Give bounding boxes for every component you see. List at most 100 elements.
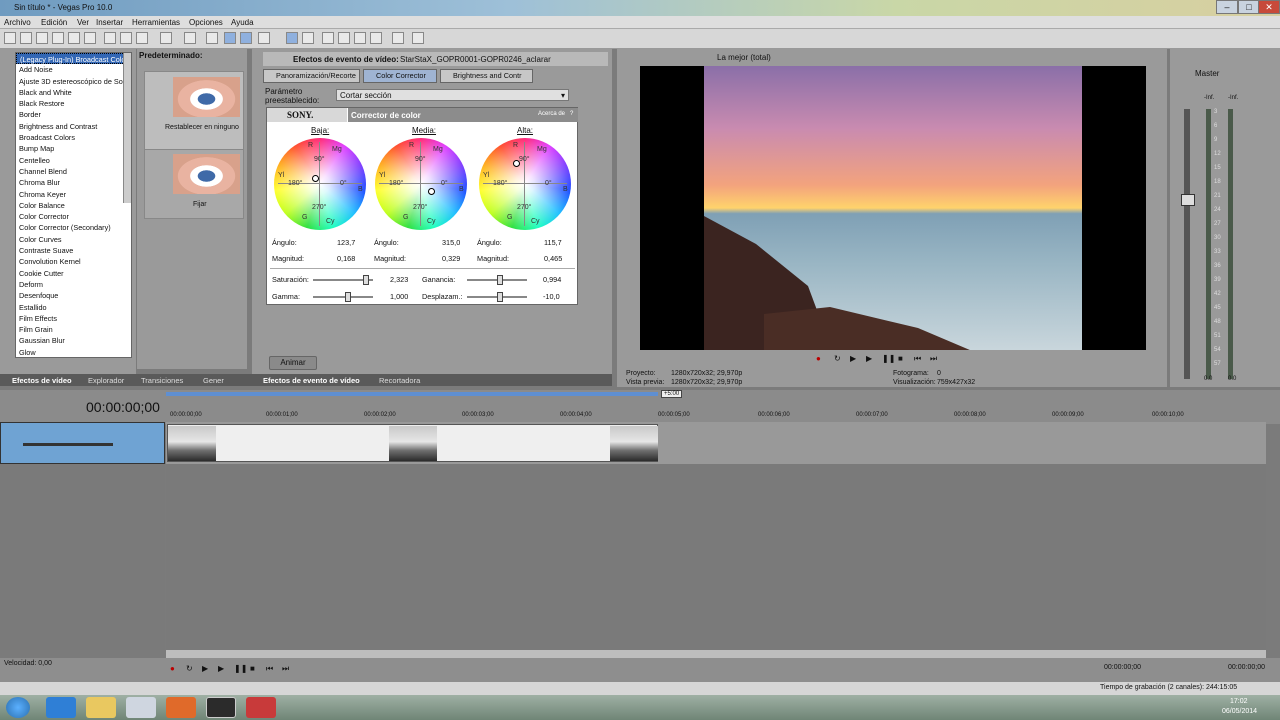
paste-icon[interactable] (136, 32, 148, 44)
loop-icon[interactable]: ↻ (834, 354, 841, 363)
offset-slider[interactable] (467, 292, 527, 302)
wheel-handle[interactable] (428, 188, 435, 195)
list-item[interactable]: Gaussian Blur (16, 335, 131, 346)
close-button[interactable]: ✕ (1258, 0, 1280, 14)
render-icon[interactable] (68, 32, 80, 44)
gamma-value[interactable]: 1,000 (390, 292, 408, 301)
history-icon[interactable] (206, 32, 218, 44)
tab-event-fx[interactable]: Efectos de evento de vídeo (263, 376, 360, 385)
redo-icon[interactable] (184, 32, 196, 44)
cut-icon[interactable] (104, 32, 116, 44)
menu-edicion[interactable]: Edición (41, 18, 67, 27)
media-player-icon[interactable] (126, 697, 156, 718)
angle-value[interactable]: 123,7 (337, 238, 355, 247)
timeline-empty-area[interactable] (166, 464, 1266, 650)
menu-ver[interactable]: Ver (77, 18, 89, 27)
record-icon[interactable]: ● (170, 664, 175, 673)
chain-brightness-contrast[interactable]: Brightness and Contr (440, 69, 533, 83)
save-icon[interactable] (36, 32, 48, 44)
angle-value[interactable]: 115,7 (544, 238, 562, 247)
save-as-icon[interactable] (52, 32, 64, 44)
stop-icon[interactable]: ■ (898, 354, 903, 363)
list-item[interactable]: Cookie Cutter (16, 268, 131, 279)
wheel-handle[interactable] (513, 160, 520, 167)
angle-value[interactable]: 315,0 (442, 238, 460, 247)
record-icon[interactable]: ● (816, 354, 821, 363)
zoom-icon[interactable] (370, 32, 382, 44)
ignore-grouping-icon[interactable] (354, 32, 366, 44)
list-item[interactable]: Centelleo (16, 155, 131, 166)
undo-icon[interactable] (160, 32, 172, 44)
loop-region[interactable] (166, 392, 658, 396)
list-item[interactable]: Color Corrector (Secondary) (16, 222, 131, 233)
list-item[interactable]: Brightness and Contrast (16, 121, 131, 132)
menu-herramientas[interactable]: Herramientas (132, 18, 180, 27)
list-item[interactable]: Deform (16, 279, 131, 290)
internet-explorer-icon[interactable] (46, 697, 76, 718)
time-ruler[interactable]: 00:00:00;00 00:00:01;00 00:00:02;00 00:0… (166, 410, 1266, 422)
properties-icon[interactable] (84, 32, 96, 44)
lock-envelope-icon[interactable] (338, 32, 350, 44)
color-wheel-low[interactable]: R Mg B Cy G Yl 90° 0° 180° 270° (274, 138, 366, 230)
list-item[interactable]: Film Grain (16, 324, 131, 335)
master-fader[interactable] (1181, 194, 1195, 206)
about-link[interactable]: Acerca de (538, 111, 565, 117)
list-item[interactable]: Convolution Kernel (16, 256, 131, 267)
opacity-slider[interactable] (23, 443, 113, 446)
horizontal-scrollbar[interactable] (166, 650, 1266, 658)
list-item[interactable]: Broadcast Colors (16, 132, 131, 143)
play-icon[interactable]: ▶ (218, 664, 224, 673)
autocrossfade-icon[interactable] (302, 32, 314, 44)
list-item[interactable]: Glow (16, 347, 131, 357)
list-item[interactable]: Black Restore (16, 98, 131, 109)
minimize-button[interactable]: – (1216, 0, 1238, 14)
tab-video-effects[interactable]: Efectos de vídeo (12, 376, 72, 385)
menu-insertar[interactable]: Insertar (96, 18, 123, 27)
edit-tool-icon[interactable] (224, 32, 236, 44)
list-scrollbar[interactable] (123, 53, 131, 203)
list-item[interactable]: Contraste Suave (16, 245, 131, 256)
color-wheel-high[interactable]: R Mg B Cy G Yl 90° 0° 180° 270° (479, 138, 571, 230)
copy-icon[interactable] (120, 32, 132, 44)
magnitude-value[interactable]: 0,329 (442, 254, 460, 263)
list-item[interactable]: Channel Blend (16, 166, 131, 177)
help-link[interactable]: ? (570, 111, 573, 117)
wheel-handle[interactable] (312, 175, 319, 182)
menu-ayuda[interactable]: Ayuda (231, 18, 254, 27)
list-item[interactable]: (Legacy Plug-In) Broadcast Colo (16, 53, 131, 65)
start-button-icon[interactable] (6, 697, 30, 718)
firefox-icon[interactable] (166, 697, 196, 718)
vegas-pro-icon[interactable] (206, 697, 236, 718)
video-track-header[interactable] (0, 422, 165, 464)
file-explorer-icon[interactable] (86, 697, 116, 718)
list-item[interactable]: Film Effects (16, 313, 131, 324)
animate-button[interactable]: Animar (269, 356, 317, 370)
gamma-slider[interactable] (313, 292, 373, 302)
offset-value[interactable]: -10,0 (543, 292, 560, 301)
selection-tool-icon[interactable] (258, 32, 270, 44)
new-icon[interactable] (4, 32, 16, 44)
recorder-icon[interactable] (246, 697, 276, 718)
pause-icon[interactable]: ❚❚ (234, 664, 247, 673)
tab-explorer[interactable]: Explorador (88, 376, 124, 385)
preset-dropdown[interactable]: Cortar sección ▾ (336, 89, 569, 101)
video-clip[interactable] (167, 424, 658, 462)
color-wheel-mid[interactable]: R Mg B Cy G Yl 90° 0° 180° 270° (375, 138, 467, 230)
play-icon[interactable]: ▶ (866, 354, 872, 363)
list-item[interactable]: Chroma Blur (16, 177, 131, 188)
menu-opciones[interactable]: Opciones (189, 18, 223, 27)
gain-value[interactable]: 0,994 (543, 275, 561, 284)
maximize-button[interactable]: □ (1238, 0, 1260, 14)
tab-generators[interactable]: Gener (203, 376, 224, 385)
list-item[interactable]: Desenfoque (16, 290, 131, 301)
preset-thumbnail[interactable]: Fijar (144, 149, 244, 219)
prev-frame-icon[interactable]: ⏮ (914, 354, 921, 364)
snap-icon[interactable] (286, 32, 298, 44)
saturation-slider[interactable] (313, 275, 373, 285)
list-item[interactable]: Black and White (16, 87, 131, 98)
tab-transitions[interactable]: Transiciones (141, 376, 183, 385)
next-frame-icon[interactable]: ⏭ (930, 354, 937, 364)
list-item[interactable]: Add Noise (16, 64, 131, 75)
pause-icon[interactable]: ❚❚ (882, 354, 895, 363)
whats-this-icon[interactable] (392, 32, 404, 44)
